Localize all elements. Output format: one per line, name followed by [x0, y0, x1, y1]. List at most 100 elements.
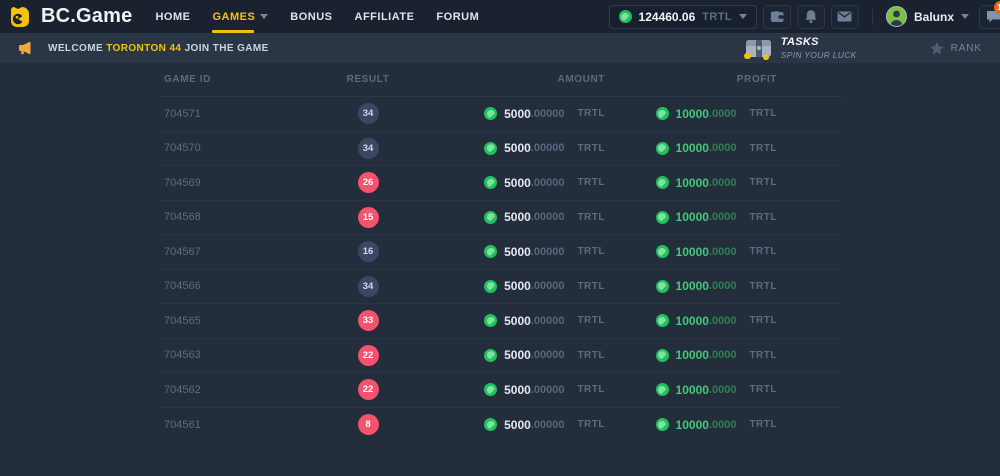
- result-badge: 8: [358, 414, 379, 435]
- nav-forum[interactable]: FORUM: [436, 0, 479, 33]
- profit-decimals: .0000: [709, 246, 737, 258]
- profit-decimals: .0000: [709, 211, 737, 223]
- profit-integer: 10000: [676, 418, 709, 432]
- amount-decimals: .00000: [531, 108, 565, 120]
- amount-cell: 5000 .00000 TRTL: [443, 383, 605, 397]
- trtl-coin-icon: [484, 418, 497, 431]
- profit-integer: 10000: [676, 383, 709, 397]
- trtl-coin-icon: [484, 314, 497, 327]
- game-id-cell: 704561: [160, 419, 293, 431]
- header-game-id: GAME ID: [160, 74, 293, 85]
- amount-decimals: .00000: [531, 384, 565, 396]
- result-badge: 34: [358, 138, 379, 159]
- main-nav: HOME GAMES BONUS AFFILIATE FORUM: [155, 0, 479, 33]
- profit-integer: 10000: [676, 107, 709, 121]
- table-row[interactable]: 704568 15 5000 .00000 TRTL 10000 .0000 T…: [160, 201, 843, 236]
- profit-cell: 10000 .0000 TRTL: [605, 210, 777, 224]
- rank-shortcut[interactable]: RANK: [929, 41, 982, 56]
- profit-currency: TRTL: [749, 384, 777, 395]
- balance-selector[interactable]: 124460.06 TRTL: [609, 5, 757, 29]
- game-id-cell: 704565: [160, 315, 293, 327]
- amount-integer: 5000: [504, 210, 531, 224]
- table-row[interactable]: 704569 26 5000 .00000 TRTL 10000 .0000 T…: [160, 166, 843, 201]
- profit-decimals: .0000: [709, 142, 737, 154]
- megaphone-icon: [18, 41, 33, 55]
- trtl-coin-icon: [484, 245, 497, 258]
- amount-integer: 5000: [504, 176, 531, 190]
- chat-button[interactable]: 10: [979, 5, 1000, 29]
- profit-cell: 10000 .0000 TRTL: [605, 176, 777, 190]
- mail-icon: [837, 11, 852, 22]
- amount-currency: TRTL: [577, 177, 605, 188]
- table-row[interactable]: 704561 8 5000 .00000 TRTL 10000 .0000 TR…: [160, 408, 843, 443]
- chevron-down-icon: [260, 14, 268, 19]
- wallet-button[interactable]: [763, 5, 791, 29]
- profit-decimals: .0000: [709, 177, 737, 189]
- amount-currency: TRTL: [577, 108, 605, 119]
- nav-games[interactable]: GAMES: [212, 0, 268, 33]
- profit-cell: 10000 .0000 TRTL: [605, 141, 777, 155]
- brand-logo[interactable]: BC.Game: [8, 5, 132, 29]
- profit-decimals: .0000: [709, 315, 737, 327]
- user-menu[interactable]: Balunx: [886, 6, 969, 27]
- amount-currency: TRTL: [577, 315, 605, 326]
- trtl-coin-icon: [656, 245, 669, 258]
- chat-unread-badge: 10: [994, 1, 1000, 14]
- profit-integer: 10000: [676, 141, 709, 155]
- profit-integer: 10000: [676, 245, 709, 259]
- tasks-shortcut[interactable]: TASKS SPIN YOUR LUCK: [743, 35, 857, 61]
- amount-decimals: .00000: [531, 142, 565, 154]
- amount-currency: TRTL: [577, 281, 605, 292]
- table-row[interactable]: 704563 22 5000 .00000 TRTL 10000 .0000 T…: [160, 339, 843, 374]
- trtl-coin-icon: [656, 418, 669, 431]
- welcome-username: TORONTON 44: [106, 43, 181, 54]
- table-row[interactable]: 704570 34 5000 .00000 TRTL 10000 .0000 T…: [160, 132, 843, 167]
- amount-currency: TRTL: [577, 143, 605, 154]
- nav-bonus[interactable]: BONUS: [290, 0, 332, 33]
- result-badge: 33: [358, 310, 379, 331]
- profit-decimals: .0000: [709, 419, 737, 431]
- profit-currency: TRTL: [749, 177, 777, 188]
- trtl-coin-icon: [656, 383, 669, 396]
- table-row[interactable]: 704566 34 5000 .00000 TRTL 10000 .0000 T…: [160, 270, 843, 305]
- table-row[interactable]: 704562 22 5000 .00000 TRTL 10000 .0000 T…: [160, 373, 843, 408]
- nav-affiliate[interactable]: AFFILIATE: [355, 0, 415, 33]
- amount-integer: 5000: [504, 383, 531, 397]
- chevron-down-icon: [961, 14, 969, 19]
- game-id-cell: 704570: [160, 142, 293, 154]
- profit-currency: TRTL: [749, 281, 777, 292]
- result-badge: 34: [358, 276, 379, 297]
- trtl-coin-icon: [484, 383, 497, 396]
- trtl-coin-icon: [656, 280, 669, 293]
- trtl-coin-icon: [656, 107, 669, 120]
- profit-currency: TRTL: [749, 143, 777, 154]
- profit-cell: 10000 .0000 TRTL: [605, 245, 777, 259]
- profit-cell: 10000 .0000 TRTL: [605, 314, 777, 328]
- amount-integer: 5000: [504, 348, 531, 362]
- amount-decimals: .00000: [531, 211, 565, 223]
- table-row[interactable]: 704571 34 5000 .00000 TRTL 10000 .0000 T…: [160, 97, 843, 132]
- profit-integer: 10000: [676, 210, 709, 224]
- trtl-coin-icon: [484, 107, 497, 120]
- amount-cell: 5000 .00000 TRTL: [443, 279, 605, 293]
- trtl-coin-icon: [656, 349, 669, 362]
- table-row[interactable]: 704565 33 5000 .00000 TRTL 10000 .0000 T…: [160, 304, 843, 339]
- table-row[interactable]: 704567 16 5000 .00000 TRTL 10000 .0000 T…: [160, 235, 843, 270]
- welcome-suffix: JOIN THE GAME: [185, 43, 269, 54]
- notifications-button[interactable]: [797, 5, 825, 29]
- amount-integer: 5000: [504, 245, 531, 259]
- amount-currency: TRTL: [577, 246, 605, 257]
- nav-home[interactable]: HOME: [155, 0, 190, 33]
- trtl-coin-icon: [656, 211, 669, 224]
- messages-button[interactable]: [831, 5, 859, 29]
- profit-currency: TRTL: [749, 419, 777, 430]
- amount-cell: 5000 .00000 TRTL: [443, 314, 605, 328]
- amount-cell: 5000 .00000 TRTL: [443, 348, 605, 362]
- nav-games-label: GAMES: [212, 11, 255, 23]
- game-id-cell: 704567: [160, 246, 293, 258]
- treasure-chest-icon: [743, 35, 773, 61]
- trtl-coin-icon: [484, 142, 497, 155]
- trtl-coin-icon: [484, 211, 497, 224]
- header-profit: PROFIT: [605, 74, 777, 85]
- trtl-coin-icon: [484, 349, 497, 362]
